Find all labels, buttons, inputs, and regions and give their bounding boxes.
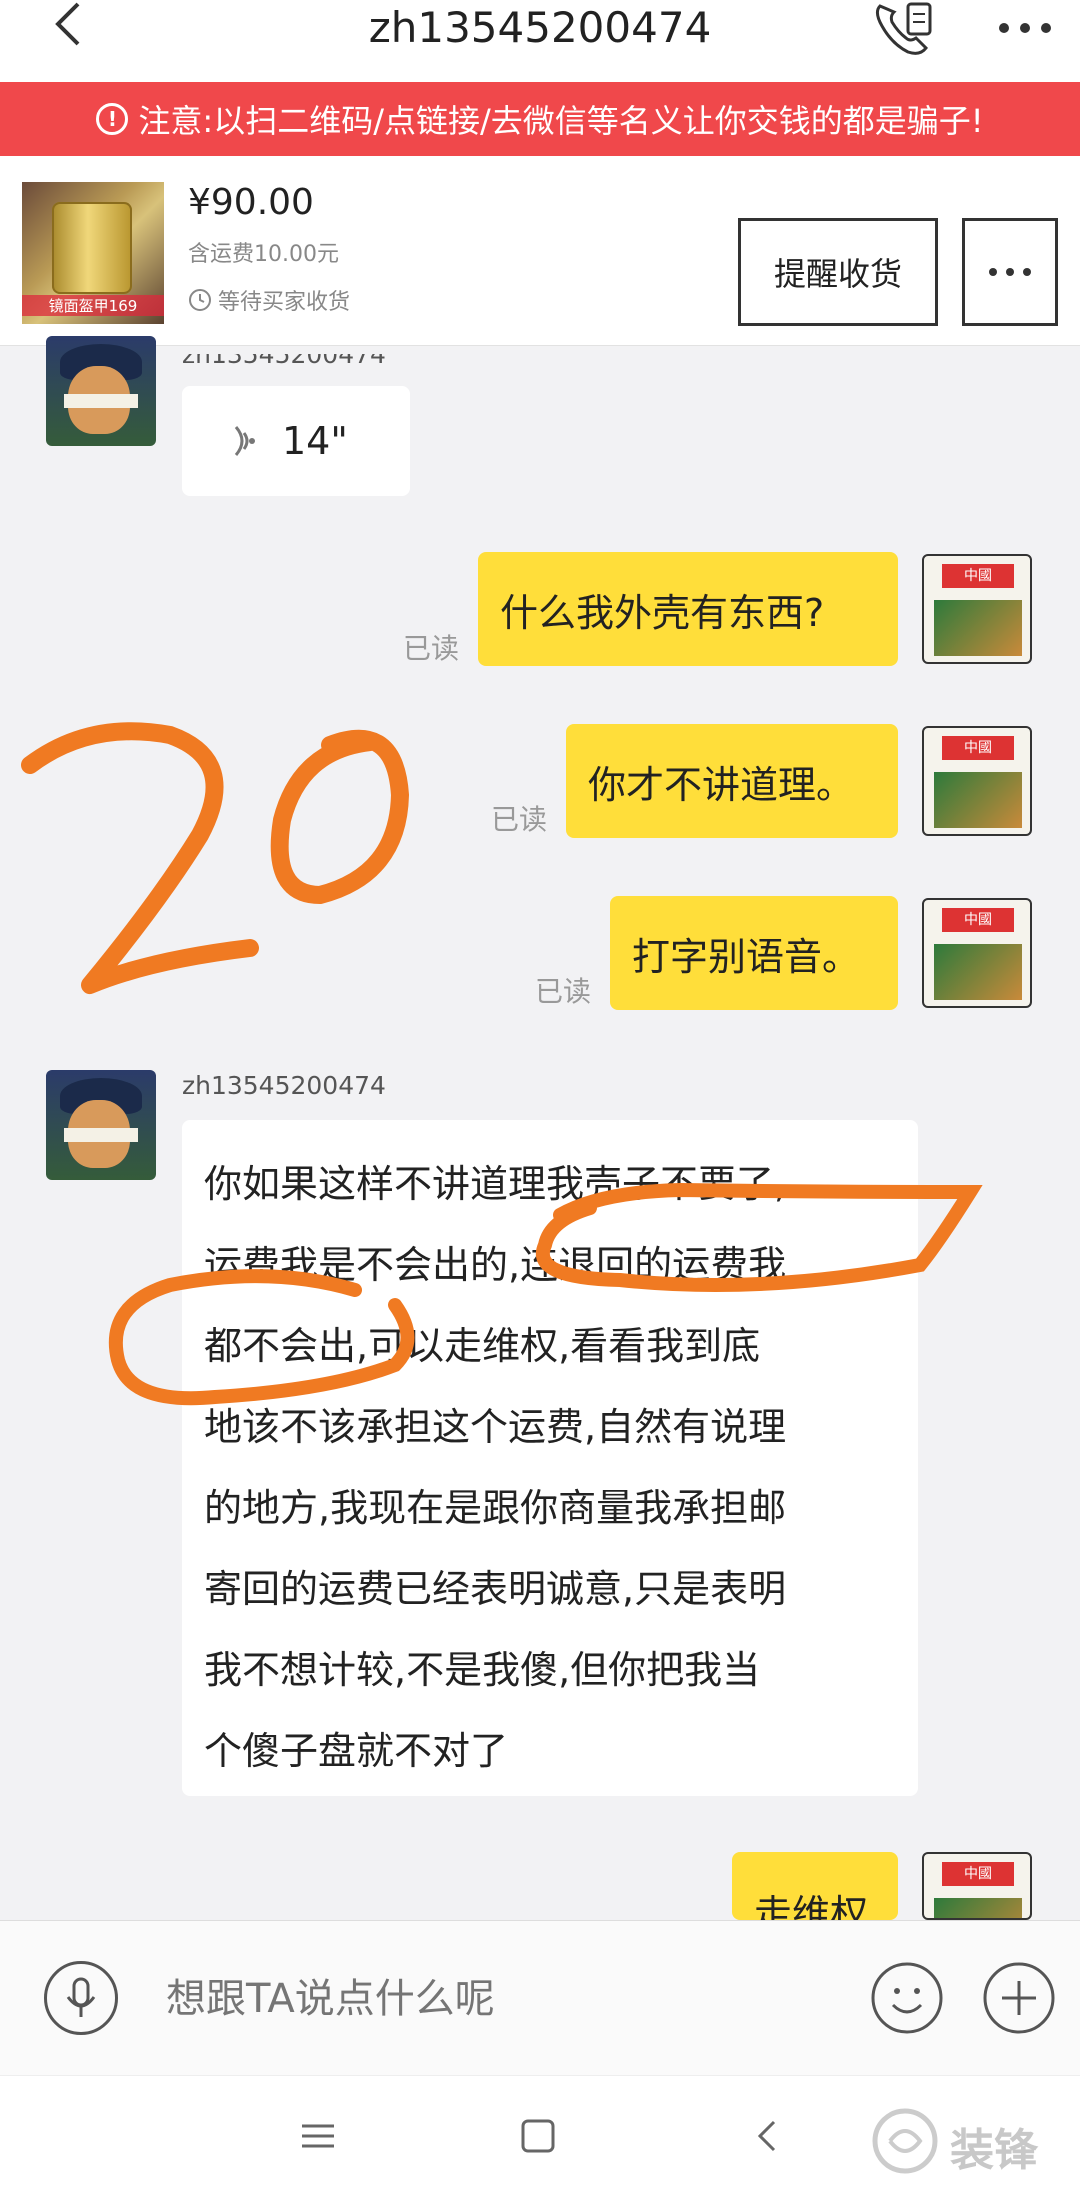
voice-wave-icon [234,426,255,456]
avatar[interactable] [46,1070,156,1180]
message-sender: zh13545200474 [182,1071,386,1100]
lighter-image [52,202,132,294]
message-line: 个傻子盘就不对了 [204,1729,509,1773]
thumbnail-caption: 镜面盔甲169 [22,295,164,316]
message-bubble[interactable]: 打字别语音。 [610,896,898,1010]
avatar[interactable]: 中國 [922,898,1032,1008]
read-receipt: 已读 [491,803,548,836]
message-line: 运费我是不会出的,连退回的运费我 [204,1243,787,1287]
voice-message-bubble[interactable]: 14" [182,386,410,496]
watermark-logo-icon [872,2108,938,2174]
microphone-icon [66,1977,96,2017]
message-bubble[interactable]: 走维权 [732,1852,898,1920]
shipping-fee: 含运费10.00元 [188,242,339,267]
long-message-bubble[interactable]: 你如果这样不讲道理我壳子不要了, 运费我是不会出的,连退回的运费我 都不会出,可… [182,1120,918,1796]
avatar[interactable]: 中國 [922,1852,1032,1920]
read-receipt: 已读 [403,632,460,665]
order-status-text: 等待买家收货 [218,290,351,315]
order-product-bar: 镜面盔甲169 ¥90.00 含运费10.00元 等待买家收货 提醒收货 [0,156,1080,346]
avatar[interactable]: 中國 [922,554,1032,664]
watermark-text: 装锋 [950,2125,1038,2176]
message-input[interactable] [150,1961,840,2037]
watermark: 装锋 [870,2096,1060,2186]
order-status: 等待买家收货 [188,284,350,316]
product-thumbnail[interactable]: 镜面盔甲169 [22,182,164,324]
more-options-icon[interactable] [990,8,1060,48]
scam-warning-banner: ! 注意:以扫二维码/点链接/去微信等名义让你交钱的都是骗子! [0,82,1080,156]
exclamation-icon: ! [96,103,129,135]
product-price: ¥90.00 [188,182,314,223]
remind-receipt-button[interactable]: 提醒收货 [738,218,938,326]
clock-icon [189,289,211,311]
scam-warning-text: 注意:以扫二维码/点链接/去微信等名义让你交钱的都是骗子! [138,102,984,140]
message-input-bar [0,1920,1080,2075]
plus-icon[interactable] [982,1961,1056,2035]
annotation-digit-0 [270,729,410,905]
system-nav-bar: 装锋 [0,2075,1080,2205]
home-square-icon[interactable] [520,2118,556,2154]
message-line: 寄回的运费已经表明诚意,只是表明 [204,1567,787,1611]
message-line: 的地方,我现在是跟你商量我承担邮 [204,1486,787,1530]
voice-input-button[interactable] [44,1961,118,2035]
message-line: 我不想计较,不是我傻,但你把我当 [204,1648,761,1692]
avatar[interactable] [46,336,156,446]
message-bubble[interactable]: 你才不讲道理。 [566,724,898,838]
message-bubble[interactable]: 什么我外壳有东西? [478,552,898,666]
phone-icon[interactable] [870,0,940,60]
emoji-icon[interactable] [870,1961,944,2035]
avatar[interactable]: 中國 [922,726,1032,836]
annotation-digit-2 [21,722,259,994]
nav-back-icon[interactable] [750,2116,786,2156]
menu-icon[interactable] [298,2116,338,2156]
more-dots-icon [989,268,1031,276]
message-line: 都不会出,可以走维权,看看我到底 [204,1324,761,1368]
message-line: 你如果这样不讲道理我壳子不要了, [204,1162,787,1206]
order-more-button[interactable] [962,218,1058,326]
message-text: 走维权 [754,1892,869,1920]
chat-header: zh13545200474 [0,0,1080,82]
voice-duration: 14" [282,419,348,463]
message-line: 地该不该承担这个运费,自然有说理 [204,1405,787,1449]
read-receipt: 已读 [535,975,592,1008]
